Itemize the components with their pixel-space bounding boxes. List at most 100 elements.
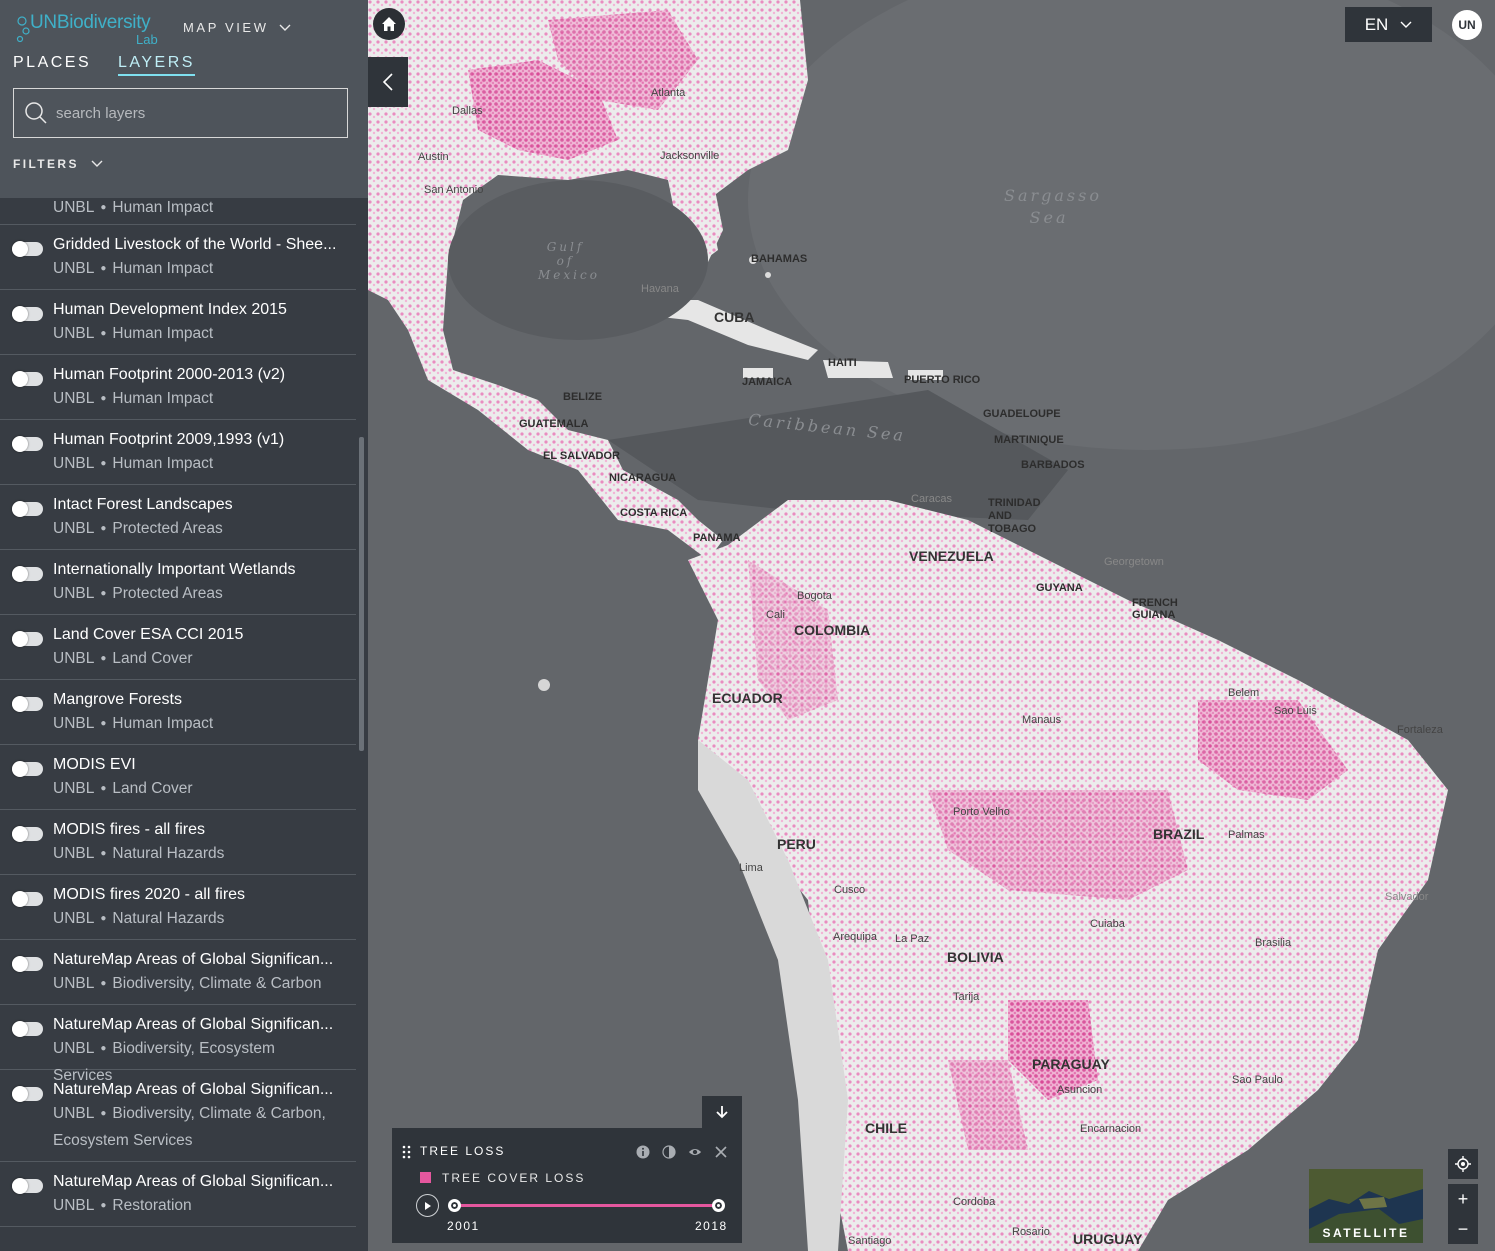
separator-dot: ● — [100, 848, 107, 860]
logo-main-text: UNBiodiversity — [30, 12, 151, 33]
list-item[interactable]: Human Development Index 2015 UNBL ● Human I… — [0, 290, 356, 355]
layer-toggle[interactable] — [12, 566, 43, 582]
map-label: Bogota — [797, 590, 832, 602]
close-icon[interactable] — [714, 1145, 728, 1159]
layer-toggle[interactable] — [12, 891, 43, 907]
list-item[interactable]: MODIS fires - all fires UNBL ● Natural Haza… — [0, 810, 356, 875]
zoom-in-button[interactable]: + — [1448, 1184, 1478, 1214]
layer-toggle[interactable] — [12, 696, 43, 712]
search-input[interactable] — [56, 104, 326, 122]
layer-toggle[interactable] — [12, 1086, 43, 1102]
tab-layers[interactable]: LAYERS — [118, 54, 195, 76]
layer-name[interactable]: NatureMap Areas of Global Significan... — [53, 1080, 338, 1100]
layer-name[interactable]: Human Footprint 2000-2013 (v2) — [53, 365, 338, 385]
basemap-switcher[interactable]: SATELLITE — [1309, 1169, 1423, 1243]
separator-dot: ● — [100, 1200, 107, 1212]
layer-category: Land Cover — [112, 650, 193, 667]
scrollbar[interactable] — [359, 437, 364, 751]
info-icon[interactable] — [636, 1145, 650, 1159]
map-label: CUBA — [714, 309, 755, 325]
drag-handle-icon[interactable] — [402, 1145, 412, 1159]
timeline-track[interactable] — [454, 1204, 719, 1207]
map-canvas[interactable]: CUBA HAITI JAMAICA PUERTO RICO BAHAMAS B… — [368, 0, 1495, 1251]
toggle-knob — [12, 1021, 28, 1037]
list-item[interactable]: Human Footprint 2009,1993 (v1) UNBL ● Human… — [0, 420, 356, 485]
map-label: TRINIDAD AND TOBAGO — [988, 497, 1041, 535]
map-label: NICARAGUA — [609, 472, 677, 484]
layer-toggle[interactable] — [12, 501, 43, 517]
layer-name[interactable]: MODIS fires - all fires — [53, 820, 338, 840]
list-item[interactable]: MODIS fires 2020 - all fires UNBL ● Natural… — [0, 875, 356, 940]
layer-source: UNBL — [53, 390, 95, 407]
layer-toggle[interactable] — [12, 241, 43, 257]
chevron-down-icon — [1400, 21, 1412, 28]
visibility-eye-icon[interactable] — [688, 1145, 702, 1159]
search-icon — [25, 102, 47, 124]
list-item[interactable]: MODIS EVI UNBL ● Land Cover — [0, 745, 356, 810]
map-label: MARTINIQUE — [994, 434, 1064, 446]
home-button[interactable] — [373, 8, 405, 40]
user-avatar-button[interactable]: UN — [1452, 10, 1482, 40]
locate-button[interactable] — [1448, 1149, 1478, 1179]
map-label: Belem — [1228, 687, 1260, 699]
list-item[interactable]: Mangrove Forests UNBL ● Human Impact — [0, 680, 356, 745]
timeline-start-year: 2001 — [447, 1219, 480, 1233]
list-item[interactable]: NatureMap Areas of Global Significan... U… — [0, 940, 356, 1005]
list-item[interactable]: NatureMap Areas of Global Significan... U… — [0, 1162, 356, 1227]
list-item[interactable]: Internationally Important Wetlands UNBL ● P… — [0, 550, 356, 615]
list-item[interactable]: NatureMap Areas of Global Significan... U… — [0, 1070, 356, 1162]
layer-toggle[interactable] — [12, 371, 43, 387]
layer-toggle[interactable] — [12, 631, 43, 647]
separator-dot: ● — [100, 653, 107, 665]
layer-toggle[interactable] — [12, 306, 43, 322]
layer-meta: UNBL ● Land Cover — [53, 775, 338, 802]
list-item[interactable]: Intact Forest Landscapes UNBL ● Protected A… — [0, 485, 356, 550]
legend-collapse-button[interactable] — [702, 1096, 742, 1128]
layer-toggle[interactable] — [12, 826, 43, 842]
list-item[interactable]: Human Footprint 2000-2013 (v2) UNBL ● Human… — [0, 355, 356, 420]
collapse-sidebar-button[interactable] — [368, 57, 408, 107]
layer-name[interactable]: MODIS EVI — [53, 755, 338, 775]
map-label: Sao Luis — [1274, 705, 1317, 717]
play-button[interactable] — [416, 1194, 439, 1217]
layer-name[interactable]: Human Development Index 2015 — [53, 300, 338, 320]
map-label: Georgetown — [1104, 556, 1164, 568]
language-selector[interactable]: EN — [1345, 7, 1432, 42]
map-label: Austin — [418, 151, 449, 163]
layer-toggle[interactable] — [12, 956, 43, 972]
zoom-out-button[interactable]: − — [1448, 1214, 1478, 1244]
layer-toggle[interactable] — [12, 1178, 43, 1194]
opacity-icon[interactable] — [662, 1145, 676, 1159]
layer-toggle[interactable] — [12, 436, 43, 452]
layer-source: UNBL — [53, 1040, 95, 1057]
layer-name[interactable]: Human Footprint 2009,1993 (v1) — [53, 430, 338, 450]
timeline-end-handle[interactable] — [712, 1199, 725, 1212]
map-label: BELIZE — [563, 391, 603, 403]
layer-name[interactable]: Intact Forest Landscapes — [53, 495, 338, 515]
layer-toggle[interactable] — [12, 1021, 43, 1037]
logo-sub-text: Lab — [136, 32, 158, 47]
filters-dropdown[interactable]: FILTERS — [13, 157, 103, 171]
map-label: GUADELOUPE — [983, 408, 1061, 420]
layer-name[interactable]: Gridded Livestock of the World - Shee... — [53, 235, 338, 255]
timeline-start-handle[interactable] — [448, 1199, 461, 1212]
tab-places[interactable]: PLACES — [13, 54, 91, 72]
layer-meta: UNBL ● Human Impact — [53, 385, 338, 412]
layer-name[interactable]: NatureMap Areas of Global Significan... — [53, 1172, 338, 1192]
list-item[interactable]: NatureMap Areas of Global Significan... U… — [0, 1005, 356, 1084]
map-label: Asuncion — [1057, 1084, 1103, 1096]
separator-dot: ● — [100, 458, 107, 470]
app-logo[interactable]: UNBiodiversity Lab — [14, 12, 164, 47]
map-label: Brasilia — [1255, 937, 1292, 949]
layer-name[interactable]: Mangrove Forests — [53, 690, 338, 710]
layer-name[interactable]: Land Cover ESA CCI 2015 — [53, 625, 338, 645]
list-item[interactable]: Gridded Livestock of the World - Shee...… — [0, 225, 356, 290]
map-view-dropdown[interactable]: MAP VIEW — [183, 20, 291, 35]
layer-name[interactable]: NatureMap Areas of Global Significan... — [53, 1015, 338, 1035]
list-item[interactable]: Land Cover ESA CCI 2015 UNBL ● Land Cover — [0, 615, 356, 680]
arrow-down-icon — [716, 1106, 728, 1119]
layer-name[interactable]: MODIS fires 2020 - all fires — [53, 885, 338, 905]
layer-toggle[interactable] — [12, 761, 43, 777]
layer-name[interactable]: NatureMap Areas of Global Significan... — [53, 950, 338, 970]
layer-name[interactable]: Internationally Important Wetlands — [53, 560, 338, 580]
